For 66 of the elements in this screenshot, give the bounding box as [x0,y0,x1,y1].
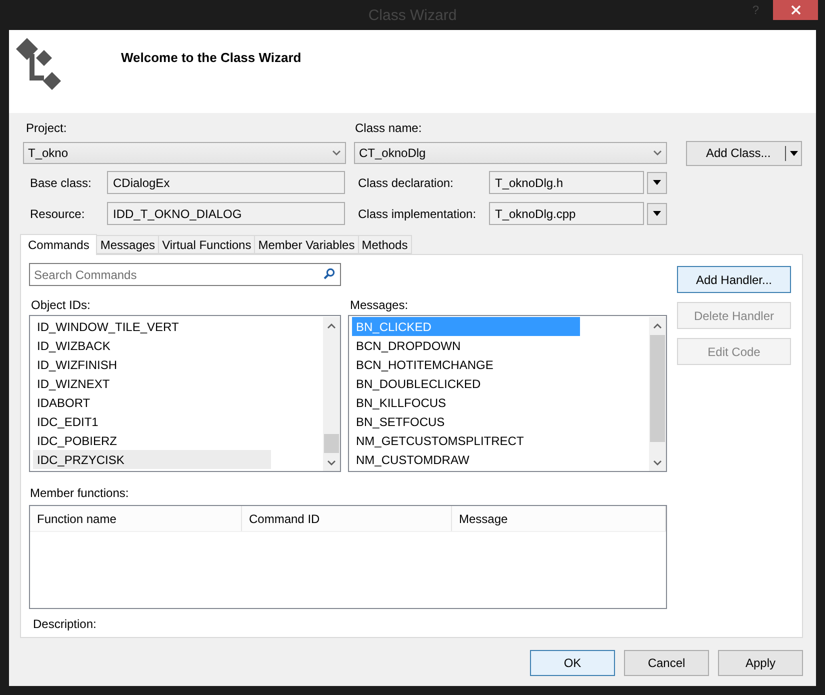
list-item[interactable]: ID_WINDOW_TILE_VERT [33,317,271,336]
scrollbar[interactable] [649,317,666,471]
chevron-down-icon[interactable] [327,460,336,466]
section-label: Member functions: [30,486,130,500]
tab[interactable]: Messages [96,235,160,254]
dropdown-button[interactable] [647,172,667,194]
chevron-up-icon[interactable] [653,323,662,329]
resource-field[interactable]: IDD_T_OKNO_DIALOG [107,202,345,225]
add-class-button[interactable]: Add Class... [686,140,802,166]
scrollbar[interactable] [323,317,340,471]
dropdown-button[interactable] [647,202,667,224]
list-item[interactable]: BN_DOUBLECLICKED [352,374,580,393]
wizard-heading: Welcome to the Class Wizard [121,50,302,65]
class-declaration-field[interactable]: T_oknoDlg.h [489,171,644,194]
tab[interactable]: Member Variables [254,235,359,254]
list-item[interactable]: ID_WIZBACK [33,336,271,355]
column-header[interactable]: Message [452,506,666,531]
field-label: Resource: [30,206,86,220]
close-icon [790,5,800,15]
field-label: Class implementation: [358,206,478,220]
caret-icon [653,211,661,216]
description-label: Description: [33,617,98,631]
caret-icon [653,180,661,185]
field-label: Project: [26,121,68,135]
caret-icon [790,150,798,156]
search-field[interactable]: Search Commands [29,263,341,286]
dialog-button[interactable]: Cancel [624,650,709,676]
list-item[interactable]: IDC_PRZYCISK [33,450,271,469]
chevron-up-icon[interactable] [327,323,336,329]
list-item[interactable]: ID_WIZNEXT [33,374,271,393]
column-header[interactable]: Command ID [242,506,452,531]
base-class-field[interactable]: CDialogEx [107,171,345,194]
list-box[interactable]: ID_WINDOW_TILE_VERT ID_WIZBACK ID_WIZFINISH ID_WIZNEXT IDABORT IDC_EDIT1 IDC_POBIERZ IDC_PRZYCISK [29,315,341,472]
field-label: Class name: [355,121,422,135]
dialog-button[interactable]: OK [530,650,615,676]
list-item[interactable]: IDC_POBIERZ [33,431,271,450]
dialog-button[interactable]: Apply [718,650,803,676]
list-label: Object IDs: [31,298,92,312]
scroll-thumb[interactable] [324,434,339,453]
class-name-dropdown[interactable]: CT_oknoDlg [354,142,667,164]
field-label: Base class: [30,176,92,190]
chevron-down-icon[interactable] [653,460,662,466]
class-implementation-field[interactable]: T_oknoDlg.cpp [489,202,644,225]
list-box[interactable]: BN_CLICKED BCN_DROPDOWN BCN_HOTITEMCHANGE BN_DOUBLECLICKED BN_KILLFOCUS BN_SETFOCUS NM_GETCUSTOMSPLITRECT NM_CUSTOMDRAW [348,315,667,472]
list-item[interactable]: NM_CUSTOMDRAW [352,450,580,469]
tab[interactable]: Commands [20,234,98,255]
list-label: Messages: [350,298,410,312]
list-item[interactable]: BCN_DROPDOWN [352,336,580,355]
list-item[interactable]: NM_GETCUSTOMSPLITRECT [352,431,580,450]
list-item[interactable]: IDC_EDIT1 [33,412,271,431]
field-label: Class declaration: [358,176,454,190]
project-dropdown[interactable]: T_okno [23,142,346,164]
list-item[interactable]: BCN_HOTITEMCHANGE [352,355,580,374]
action-button[interactable]: Add Handler... [677,266,791,293]
scroll-thumb[interactable] [650,335,665,442]
list-item[interactable]: BN_SETFOCUS [352,412,580,431]
tab[interactable]: Virtual Functions [158,235,256,254]
tab[interactable]: Methods [358,235,412,254]
list-item[interactable]: BN_KILLFOCUS [352,393,580,412]
list-item[interactable]: IDABORT [33,393,271,412]
chevron-down-icon [332,150,341,156]
chevron-down-icon [653,150,662,156]
list-item[interactable]: ID_WIZFINISH [33,355,271,374]
search-icon[interactable] [323,268,335,280]
close-button[interactable] [773,0,818,20]
column-header[interactable]: Function name [30,506,242,531]
